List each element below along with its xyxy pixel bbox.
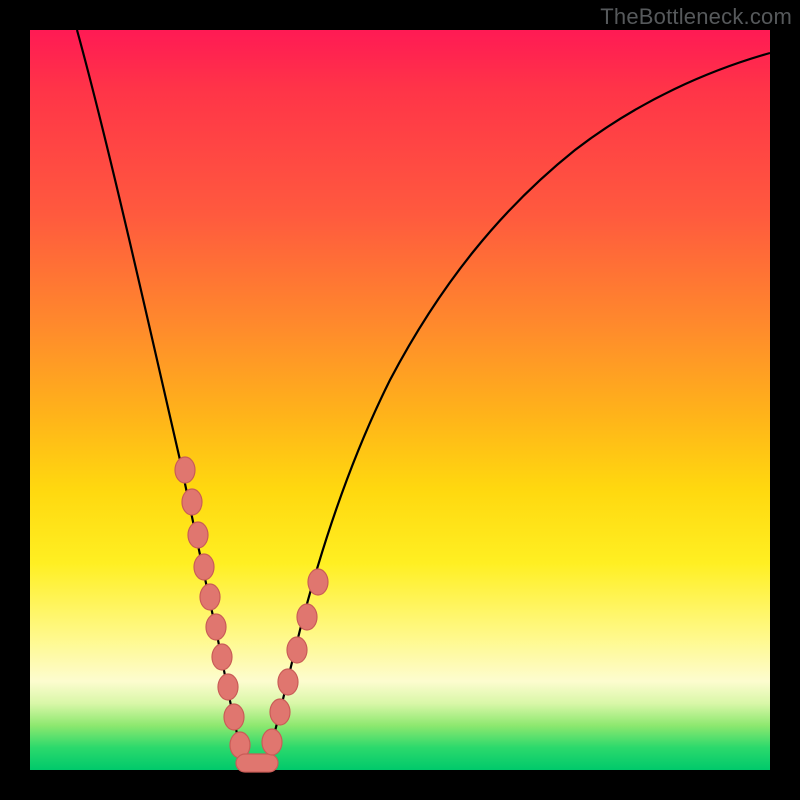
bead — [188, 522, 208, 548]
bead — [287, 637, 307, 663]
bottleneck-curve — [77, 30, 770, 765]
bead — [200, 584, 220, 610]
bead — [182, 489, 202, 515]
bead — [262, 729, 282, 755]
bead — [278, 669, 298, 695]
bead — [308, 569, 328, 595]
bead-group-right — [262, 569, 328, 755]
bead-group-left — [175, 457, 250, 758]
bead — [270, 699, 290, 725]
bead — [194, 554, 214, 580]
plot-area — [30, 30, 770, 770]
watermark-text: TheBottleneck.com — [600, 4, 792, 30]
bead — [206, 614, 226, 640]
bead-bottom — [236, 754, 278, 772]
bead — [175, 457, 195, 483]
bead — [212, 644, 232, 670]
curve-layer — [30, 30, 770, 770]
bead — [218, 674, 238, 700]
chart-frame: TheBottleneck.com — [0, 0, 800, 800]
bead — [224, 704, 244, 730]
bead — [297, 604, 317, 630]
